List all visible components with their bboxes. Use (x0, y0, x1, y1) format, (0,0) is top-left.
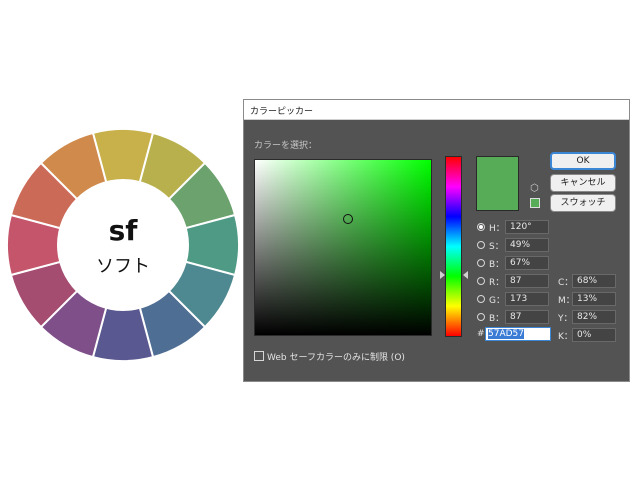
hex-label: # (477, 329, 485, 339)
cyan-label: C： (558, 278, 574, 288)
web-only-checkbox[interactable] (254, 351, 264, 361)
saturation-row: S： 49% (477, 238, 557, 252)
ok-button[interactable]: OK (550, 152, 616, 170)
hex-value: 57AD57 (488, 329, 524, 339)
hue-slider[interactable] (445, 156, 462, 337)
cyan-row: C： 68% (558, 274, 620, 288)
red-input[interactable]: 87 (505, 274, 549, 288)
green-radio[interactable] (477, 295, 485, 303)
brightness-radio[interactable] (477, 259, 485, 267)
hue-row: H： 120° (477, 220, 557, 234)
hex-input[interactable]: 57AD57 (485, 327, 551, 341)
blue-row: B： 87 (477, 310, 557, 324)
blue-label: B： (489, 314, 505, 324)
yellow-input[interactable]: 82% (572, 310, 616, 324)
black-input[interactable]: 0% (572, 328, 616, 342)
yellow-label: Y： (558, 314, 573, 324)
color-picker-dialog: カラーピッカー カラーを選択： ⬡ OK キャンセル スウォッチ H： 120°… (243, 99, 630, 382)
blue-input[interactable]: 87 (505, 310, 549, 324)
hue-slider-right-arrow-icon[interactable] (463, 271, 468, 279)
hue-label: H： (489, 224, 505, 234)
saturation-label: S： (489, 242, 504, 252)
picker-circle-icon[interactable] (343, 214, 353, 224)
web-only-label: Web セーフカラーのみに制限 (O) (267, 353, 405, 363)
green-input[interactable]: 173 (505, 292, 549, 306)
web-safe-swatch[interactable] (530, 198, 540, 208)
web-safe-cube-icon[interactable]: ⬡ (530, 184, 540, 194)
cyan-input[interactable]: 68% (572, 274, 616, 288)
hue-slider-left-arrow-icon[interactable] (440, 271, 445, 279)
saturation-input[interactable]: 49% (505, 238, 549, 252)
wheel-main-text: sf (109, 214, 139, 247)
green-label: G： (489, 296, 505, 306)
brightness-row: B： 67% (477, 256, 557, 270)
magenta-row: M： 13% (558, 292, 620, 306)
red-radio[interactable] (477, 277, 485, 285)
web-only-option[interactable]: Web セーフカラーのみに制限 (O) (254, 350, 405, 363)
yellow-row: Y： 82% (558, 310, 620, 324)
swatches-button[interactable]: スウォッチ (550, 194, 616, 212)
color-preview-swatch (476, 156, 519, 211)
cancel-button[interactable]: キャンセル (550, 174, 616, 192)
brightness-label: B： (489, 260, 505, 270)
hue-radio[interactable] (477, 223, 485, 231)
red-label: R： (489, 278, 505, 288)
saturation-radio[interactable] (477, 241, 485, 249)
dialog-title: カラーピッカー (250, 107, 314, 117)
color-field[interactable] (254, 159, 432, 336)
select-color-label: カラーを選択： (254, 141, 318, 151)
red-row: R： 87 (477, 274, 557, 288)
title-bar[interactable]: カラーピッカー (244, 100, 629, 120)
blue-radio[interactable] (477, 313, 485, 321)
green-row: G： 173 (477, 292, 557, 306)
color-wheel: sf ソフト (6, 128, 240, 362)
magenta-input[interactable]: 13% (572, 292, 616, 306)
black-label: K： (558, 332, 573, 342)
wheel-sub-text: ソフト (96, 256, 150, 277)
hue-input[interactable]: 120° (505, 220, 549, 234)
black-row: K： 0% (558, 328, 620, 342)
brightness-input[interactable]: 67% (505, 256, 549, 270)
